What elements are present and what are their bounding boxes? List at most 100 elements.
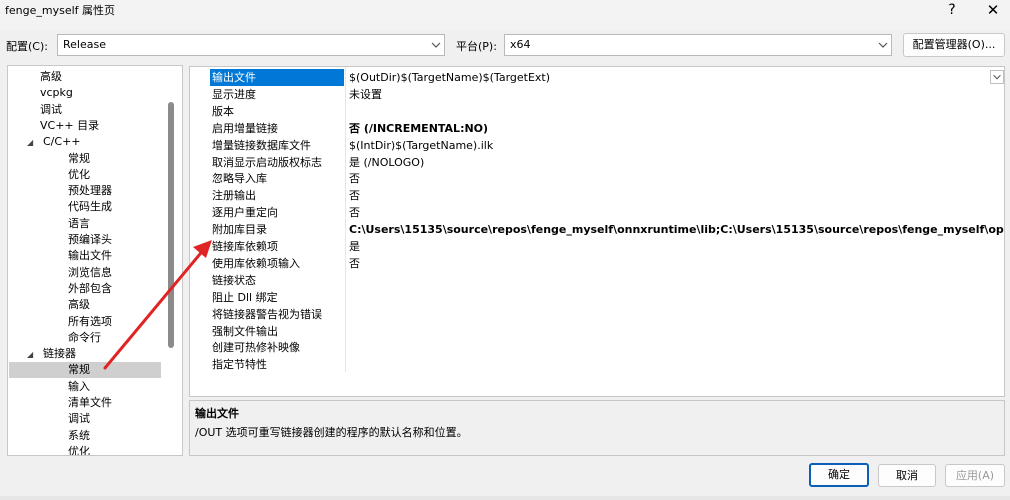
tree-item[interactable]: 常规 xyxy=(8,151,90,167)
description-text: /OUT 选项可重写链接器创建的程序的默认名称和位置。 xyxy=(195,426,468,439)
property-value[interactable]: 否 xyxy=(349,170,360,187)
property-row[interactable]: 显示进度 未设置 xyxy=(190,86,1004,103)
property-value[interactable]: 否 (/INCREMENTAL:NO) xyxy=(349,120,488,137)
apply-button[interactable]: 应用(A) xyxy=(945,464,1005,487)
property-value[interactable]: 否 xyxy=(349,187,360,204)
property-row[interactable]: 链接状态 xyxy=(190,272,1004,289)
tree-item-label: 浏览信息 xyxy=(68,265,112,279)
tree-item[interactable]: 外部包含 xyxy=(8,281,112,297)
property-row[interactable]: 指定节特性 xyxy=(190,356,1004,373)
tree-item[interactable]: 所有选项 xyxy=(8,314,112,330)
tree-scrollbar[interactable] xyxy=(168,102,174,348)
property-tree: 高级 vcpkg 调试 VC++ 目录 ◢ C/C++ 常规 优化 预处理器 代码生成 语言 预编译头… xyxy=(7,65,183,456)
property-row[interactable]: 链接库依赖项 是 xyxy=(190,238,1004,255)
tree-item-label: 链接器 xyxy=(43,347,76,361)
property-row[interactable]: 阻止 Dll 绑定 xyxy=(190,289,1004,306)
property-name: 逐用户重定向 xyxy=(212,206,278,220)
tree-item[interactable]: 优化 xyxy=(8,444,90,456)
tree-item[interactable]: 系统 xyxy=(8,428,90,444)
property-row[interactable]: 忽略导入库 否 xyxy=(190,170,1004,187)
property-name: 输出文件 xyxy=(210,69,344,86)
tree-item[interactable]: 优化 xyxy=(8,167,90,183)
property-row[interactable]: 版本 xyxy=(190,103,1004,120)
tree-item[interactable]: 调试 xyxy=(8,102,62,118)
property-name: 附加库目录 xyxy=(212,223,267,237)
tree-item[interactable]: 语言 xyxy=(8,216,90,232)
property-row[interactable]: 附加库目录 C:\Users\15135\source\repos\fenge_m… xyxy=(190,221,1004,238)
config-manager-button[interactable]: 配置管理器(O)... xyxy=(903,33,1005,57)
tree-item[interactable]: 预处理器 xyxy=(8,183,112,199)
close-button[interactable]: ✕ xyxy=(980,0,1006,20)
property-name: 强制文件输出 xyxy=(212,324,278,338)
tree-item[interactable]: VC++ 目录 xyxy=(8,118,99,134)
property-row[interactable]: 输出文件 $(OutDir)$(TargetName)$(TargetExt) xyxy=(190,69,1004,86)
tree-item-label: 预处理器 xyxy=(68,184,112,198)
property-name: 取消显示启动版权标志 xyxy=(212,155,322,169)
title-bar: fenge_myself 属性页 ? ✕ xyxy=(0,0,1010,30)
property-row[interactable]: 强制文件输出 xyxy=(190,323,1004,340)
tree-item[interactable]: ◢ 链接器 xyxy=(13,346,76,362)
ok-button[interactable]: 确定 xyxy=(809,463,869,487)
property-row[interactable]: 启用增量链接 否 (/INCREMENTAL:NO) xyxy=(190,120,1004,137)
platform-dropdown[interactable]: x64 xyxy=(504,34,892,56)
tree-item-label: vcpkg xyxy=(40,86,73,100)
property-name: 将链接器警告视为错误 xyxy=(212,307,322,321)
tree-item[interactable]: 代码生成 xyxy=(8,199,112,215)
config-dropdown-value: Release xyxy=(63,38,106,51)
tree-item[interactable]: 输出文件 xyxy=(8,248,112,264)
cancel-button[interactable]: 取消 xyxy=(878,464,936,487)
tree-item-label: 调试 xyxy=(40,102,62,116)
property-row[interactable]: 取消显示启动版权标志 是 (/NOLOGO) xyxy=(190,154,1004,171)
tree-item[interactable]: 调试 xyxy=(8,411,90,427)
property-name: 版本 xyxy=(212,104,234,118)
config-dropdown[interactable]: Release xyxy=(57,34,445,56)
tree-item[interactable]: 常规 xyxy=(9,362,161,379)
config-label: 配置(C): xyxy=(6,40,48,53)
tree-item-label: C/C++ xyxy=(43,135,81,149)
property-name: 指定节特性 xyxy=(212,358,267,372)
property-row[interactable]: 使用库依赖项输入 否 xyxy=(190,255,1004,272)
chevron-down-icon[interactable] xyxy=(990,70,1004,84)
property-value[interactable]: 是 (/NOLOGO) xyxy=(349,154,424,171)
tree-item-label: 优化 xyxy=(68,444,90,456)
property-name: 使用库依赖项输入 xyxy=(212,256,300,270)
property-value[interactable]: 是 xyxy=(349,238,360,255)
tree-item[interactable]: 清单文件 xyxy=(8,395,112,411)
property-value[interactable]: 未设置 xyxy=(349,86,382,103)
chevron-down-icon xyxy=(878,42,888,48)
property-name: 阻止 Dll 绑定 xyxy=(212,290,278,304)
property-row[interactable]: 创建可热修补映像 xyxy=(190,339,1004,356)
tree-item[interactable]: 高级 xyxy=(8,297,90,313)
property-row[interactable]: 注册输出 否 xyxy=(190,187,1004,204)
property-value[interactable]: $(OutDir)$(TargetName)$(TargetExt) xyxy=(349,69,550,86)
tree-item[interactable]: 输入 xyxy=(8,379,90,395)
tree-item[interactable]: 命令行 xyxy=(8,330,101,346)
tree-item-label: 输入 xyxy=(68,379,90,393)
help-button[interactable]: ? xyxy=(942,0,962,20)
expand-toggle-icon[interactable]: ◢ xyxy=(27,347,39,363)
tree-item[interactable]: 预编译头 xyxy=(8,232,112,248)
property-value[interactable]: 否 xyxy=(349,255,360,272)
tree-item-label: 外部包含 xyxy=(68,281,112,295)
property-value[interactable]: C:\Users\15135\source\repos\fenge_myself… xyxy=(349,221,1004,238)
property-name: 创建可热修补映像 xyxy=(212,341,300,355)
property-value[interactable]: 否 xyxy=(349,204,360,221)
tree-item[interactable]: 浏览信息 xyxy=(8,265,112,281)
property-row[interactable]: 将链接器警告视为错误 xyxy=(190,306,1004,323)
property-value[interactable]: $(IntDir)$(TargetName).ilk xyxy=(349,137,493,154)
tree-item-label: 预编译头 xyxy=(68,233,112,246)
property-row[interactable]: 增量链接数据库文件 $(IntDir)$(TargetName).ilk xyxy=(190,137,1004,154)
bottom-edge xyxy=(0,496,1010,500)
tree-item[interactable]: 高级 xyxy=(8,69,62,85)
tree-item-label: 系统 xyxy=(68,428,90,442)
property-row[interactable]: 逐用户重定向 否 xyxy=(190,204,1004,221)
description-title: 输出文件 xyxy=(195,407,239,420)
expand-toggle-icon[interactable]: ◢ xyxy=(27,135,39,151)
tree-item[interactable]: vcpkg xyxy=(8,85,73,101)
property-grid: 输出文件 $(OutDir)$(TargetName)$(TargetExt) 显示… xyxy=(189,66,1005,397)
platform-dropdown-value: x64 xyxy=(510,38,531,51)
tree-item[interactable]: ◢ C/C++ xyxy=(13,134,81,150)
tree-item-label: 所有选项 xyxy=(68,314,112,328)
property-name: 启用增量链接 xyxy=(212,121,278,135)
property-name: 链接状态 xyxy=(212,273,256,287)
